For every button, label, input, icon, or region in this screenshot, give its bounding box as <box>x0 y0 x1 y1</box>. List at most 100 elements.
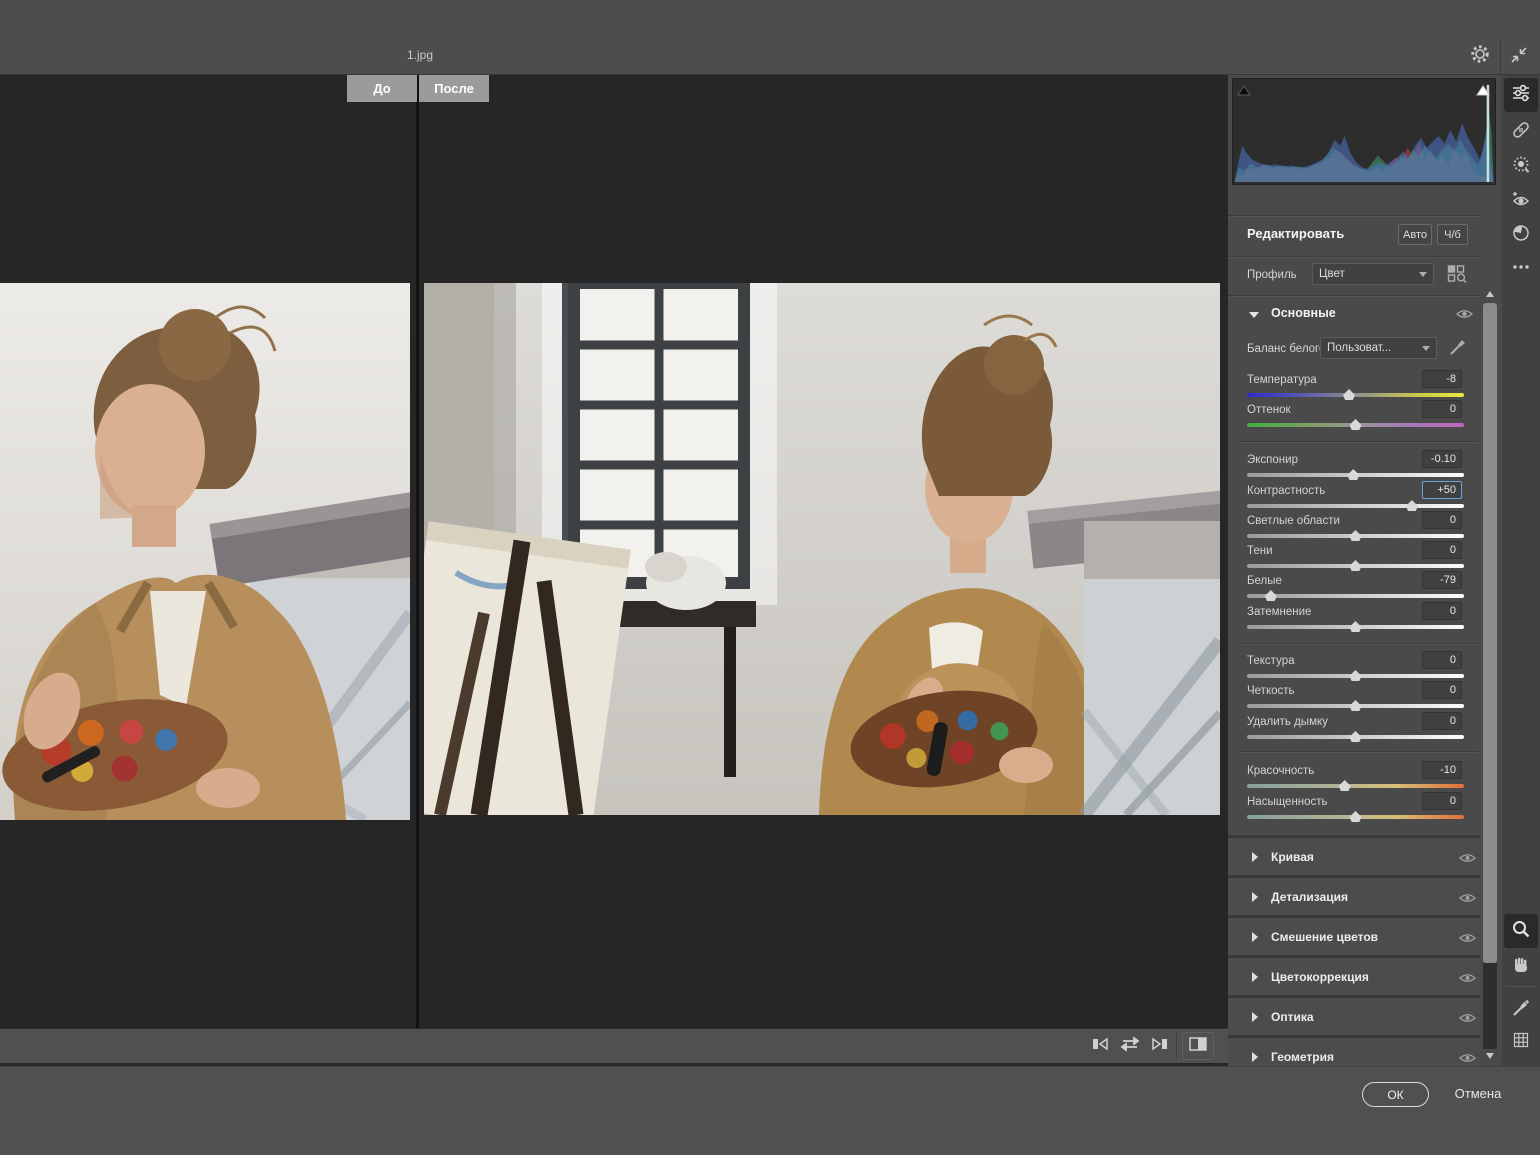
edit-tool-button[interactable] <box>1504 78 1538 112</box>
zoom-tool-button[interactable] <box>1504 914 1538 948</box>
eye-icon[interactable] <box>1459 891 1476 909</box>
grid-overlay-button[interactable] <box>1504 1025 1538 1059</box>
tab-before[interactable]: До <box>347 75 417 102</box>
copy-back-button[interactable] <box>1146 1033 1172 1059</box>
slider-track[interactable] <box>1247 674 1464 678</box>
tools-separator <box>1506 986 1536 987</box>
slider-track[interactable] <box>1247 504 1464 508</box>
slider-value[interactable]: 0 <box>1422 400 1462 418</box>
scroll-rail[interactable] <box>1483 963 1497 1049</box>
preview-canvas: До После <box>0 75 1228 1028</box>
section-label: Оптика <box>1271 1010 1314 1024</box>
slider-track[interactable] <box>1247 815 1464 819</box>
collapse-button[interactable] <box>1506 44 1532 70</box>
slider-track[interactable] <box>1247 534 1464 538</box>
slider-value[interactable]: 0 <box>1422 712 1462 730</box>
highlight-clipping-toggle[interactable] <box>1476 84 1490 96</box>
healing-tool-button[interactable] <box>1504 115 1538 149</box>
presets-tool-button[interactable] <box>1504 218 1538 252</box>
more-options-button[interactable] <box>1504 252 1538 286</box>
shadow-clipping-toggle[interactable] <box>1237 84 1251 96</box>
masking-tool-button[interactable] <box>1504 150 1538 184</box>
section-detail[interactable]: Детализация <box>1228 878 1480 915</box>
basic-visibility-toggle[interactable] <box>1456 307 1473 325</box>
settings-button[interactable] <box>1467 43 1493 69</box>
section-optics[interactable]: Оптика <box>1228 998 1480 1035</box>
cancel-button[interactable]: Отмена <box>1446 1086 1510 1101</box>
scroll-down-button[interactable] <box>1486 1053 1494 1059</box>
slider-thumb[interactable] <box>1350 621 1362 632</box>
histogram[interactable] <box>1232 78 1496 185</box>
slider-value[interactable]: 0 <box>1422 681 1462 699</box>
slider-thumb[interactable] <box>1350 670 1362 681</box>
white-balance-eyedropper-button[interactable] <box>1447 336 1469 363</box>
section-curve[interactable]: Кривая <box>1228 838 1480 875</box>
slider-track[interactable] <box>1247 625 1464 629</box>
slider-value[interactable]: 0 <box>1422 602 1462 620</box>
slider-track[interactable] <box>1247 473 1464 477</box>
slider-track[interactable] <box>1247 393 1464 397</box>
slider-value[interactable]: -8 <box>1422 370 1462 388</box>
slider-value[interactable]: 0 <box>1422 792 1462 810</box>
slider-thumb[interactable] <box>1343 389 1355 400</box>
slider-thumb[interactable] <box>1406 500 1418 511</box>
slider-label: Насыщенность <box>1247 796 1328 808</box>
toolbar-separator <box>1176 1033 1177 1059</box>
after-image[interactable] <box>424 283 1220 815</box>
white-balance-select[interactable]: Пользоват... <box>1320 337 1437 359</box>
slider-tint: Оттенок 0 <box>1247 402 1464 430</box>
white-balance-sampler-button[interactable] <box>1504 993 1538 1027</box>
slider-value[interactable]: -0.10 <box>1422 450 1462 468</box>
basic-section-header[interactable]: Основные <box>1228 301 1480 331</box>
slider-thumb[interactable] <box>1347 469 1359 480</box>
profile-select[interactable]: Цвет <box>1312 263 1434 285</box>
panel-scrollbar[interactable] <box>1480 287 1500 1066</box>
slider-value[interactable]: 0 <box>1422 541 1462 559</box>
slider-blacks: Затемнение 0 <box>1247 604 1464 632</box>
auto-button[interactable]: Авто <box>1398 224 1432 245</box>
slider-thumb[interactable] <box>1350 811 1362 822</box>
scroll-thumb[interactable] <box>1483 303 1497 963</box>
section-color-grading[interactable]: Цветокоррекция <box>1228 958 1480 995</box>
slider-thumb[interactable] <box>1350 419 1362 430</box>
slider-track[interactable] <box>1247 423 1464 427</box>
slider-track[interactable] <box>1247 594 1464 598</box>
slider-value[interactable]: -79 <box>1422 571 1462 589</box>
sliders-icon <box>1510 82 1532 109</box>
slider-value[interactable]: -10 <box>1422 761 1462 779</box>
slider-thumb[interactable] <box>1350 700 1362 711</box>
eye-icon[interactable] <box>1459 931 1476 949</box>
swap-settings-button[interactable] <box>1117 1033 1143 1059</box>
tab-after[interactable]: После <box>419 75 489 102</box>
slider-thumb[interactable] <box>1350 731 1362 742</box>
section-label: Геометрия <box>1271 1050 1334 1064</box>
slider-value[interactable]: 0 <box>1422 511 1462 529</box>
ok-button[interactable]: ОК <box>1362 1082 1429 1107</box>
scroll-up-button[interactable] <box>1486 291 1494 297</box>
gear-icon <box>1469 43 1491 70</box>
slider-value[interactable]: +50 <box>1422 481 1462 499</box>
eye-icon[interactable] <box>1459 971 1476 989</box>
divider <box>1228 215 1480 216</box>
bw-button[interactable]: Ч/б <box>1437 224 1468 245</box>
section-geometry[interactable]: Геометрия <box>1228 1038 1480 1066</box>
eye-icon[interactable] <box>1459 1011 1476 1029</box>
slider-thumb[interactable] <box>1265 590 1277 601</box>
red-eye-tool-button[interactable] <box>1504 184 1538 218</box>
slider-thumb[interactable] <box>1350 560 1362 571</box>
hand-tool-button[interactable] <box>1504 950 1538 984</box>
copy-settings-button[interactable] <box>1088 1033 1114 1059</box>
slider-track[interactable] <box>1247 784 1464 788</box>
browse-profiles-button[interactable] <box>1446 263 1468 290</box>
before-after-view-button[interactable] <box>1182 1032 1214 1060</box>
slider-thumb[interactable] <box>1350 530 1362 541</box>
slider-track[interactable] <box>1247 704 1464 708</box>
slider-track[interactable] <box>1247 735 1464 739</box>
eye-icon[interactable] <box>1459 851 1476 869</box>
before-image[interactable] <box>0 283 410 820</box>
slider-track[interactable] <box>1247 564 1464 568</box>
section-color-mixer[interactable]: Смешение цветов <box>1228 918 1480 955</box>
copy-back-icon <box>1148 1033 1170 1060</box>
slider-thumb[interactable] <box>1339 780 1351 791</box>
slider-value[interactable]: 0 <box>1422 651 1462 669</box>
